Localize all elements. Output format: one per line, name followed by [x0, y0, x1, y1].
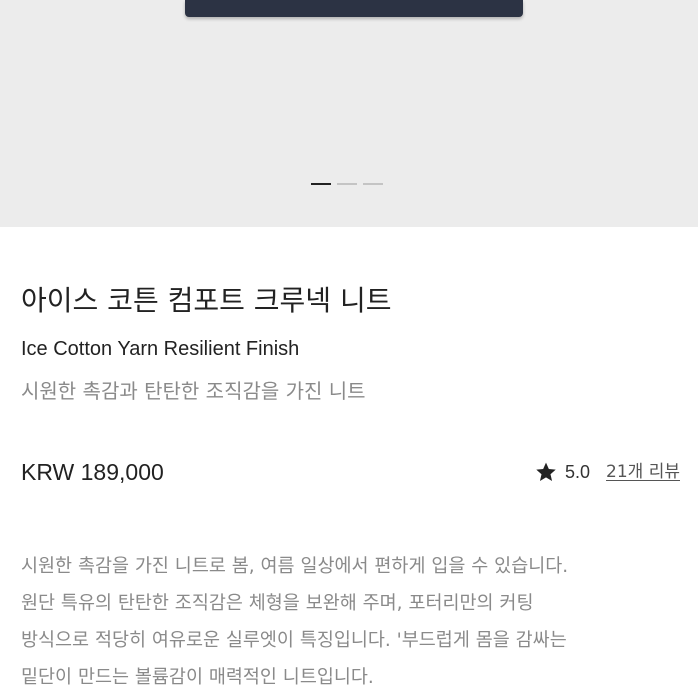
description-line: 밑단이 만드는 볼륨감이 매력적인 니트입니다. [21, 667, 374, 688]
product-tagline: 시원한 촉감과 탄탄한 조직감을 가진 니트 [21, 379, 366, 403]
description-line: 방식으로 적당히 여유로운 실루엣이 특징입니다. '부드럽게 몸을 감싸는 [21, 630, 567, 651]
pager-indicator-2[interactable] [337, 183, 357, 185]
product-title: 아이스 코튼 컴포트 크루넥 니트 [21, 284, 392, 317]
description-line: 시원한 촉감을 가진 니트로 봄, 여름 일상에서 편하게 입을 수 있습니다. [21, 556, 569, 577]
rating-score: 5.0 [565, 462, 591, 482]
product-subtitle: Ice Cotton Yarn Resilient Finish [21, 338, 300, 360]
reviews-link[interactable]: 21개 리뷰 [606, 459, 680, 485]
product-image-gallery[interactable] [0, 0, 698, 227]
description-line: 원단 특유의 탄탄한 조직감은 체형을 보완해 주며, 포터리만의 커팅 [21, 593, 534, 614]
product-description: 시원한 촉감을 가진 니트로 봄, 여름 일상에서 편하게 입을 수 있습니다.… [21, 548, 681, 696]
product-image [185, 0, 523, 17]
star-icon [536, 462, 556, 481]
pager-indicator-3[interactable] [363, 183, 383, 185]
pager-indicator-1[interactable] [311, 183, 331, 185]
gallery-pager [311, 183, 383, 185]
product-price: KRW 189,000 [21, 459, 164, 485]
product-detail-page: 아이스 코튼 컴포트 크루넥 니트 Ice Cotton Yarn Resili… [0, 0, 698, 698]
rating-summary: 5.0 21개 리뷰 [535, 459, 680, 485]
